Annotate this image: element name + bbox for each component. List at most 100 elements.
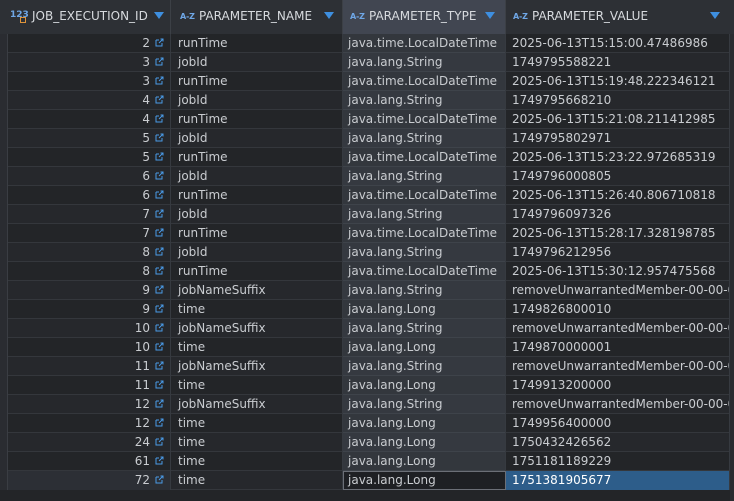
row-gutter[interactable] [0,395,8,414]
sort-arrow-icon[interactable] [710,12,720,19]
cell-parameter-value[interactable]: 2025-06-13T15:19:48.222346121 [506,72,730,91]
cell-job-execution-id[interactable]: 11 [0,376,171,395]
cell-parameter-value[interactable]: 2025-06-13T15:23:22.972685319 [506,148,730,167]
cell-parameter-name[interactable]: jobNameSuffix [171,319,343,338]
row-gutter[interactable] [0,91,8,110]
cell-parameter-name[interactable]: time [171,452,343,471]
cell-job-execution-id[interactable]: 12 [0,414,171,433]
table-row[interactable]: 10 time java.lang.Long 1749870000001 [0,338,734,357]
table-row[interactable]: 11 time java.lang.Long 1749913200000 [0,376,734,395]
cell-parameter-name[interactable]: time [171,471,343,490]
cell-parameter-type[interactable]: java.time.LocalDateTime [343,148,506,167]
cell-parameter-type[interactable]: java.lang.Long [343,338,506,357]
cell-parameter-value[interactable]: 1749796097326 [506,205,730,224]
row-gutter[interactable] [0,243,8,262]
column-header-parameter-type[interactable]: A-Z PARAMETER_TYPE [343,0,506,34]
cell-parameter-value[interactable]: 1749795588221 [506,53,730,72]
table-row[interactable]: 4 jobId java.lang.String 1749795668210 [0,91,734,110]
open-reference-icon[interactable] [155,399,164,408]
cell-parameter-value[interactable]: 1751381905677 [506,471,730,490]
open-reference-icon[interactable] [155,228,164,237]
cell-parameter-value[interactable]: 1749795668210 [506,91,730,110]
table-row[interactable]: 7 jobId java.lang.String 1749796097326 [0,205,734,224]
cell-parameter-name[interactable]: runTime [171,110,343,129]
column-header-parameter-name[interactable]: A-Z PARAMETER_NAME [171,0,343,34]
cell-parameter-type[interactable]: java.time.LocalDateTime [343,34,506,53]
table-row[interactable]: 5 jobId java.lang.String 1749795802971 [0,129,734,148]
cell-parameter-name[interactable]: jobId [171,205,343,224]
cell-parameter-value[interactable]: 1749826800010 [506,300,730,319]
row-gutter[interactable] [0,53,8,72]
cell-parameter-name[interactable]: jobNameSuffix [171,281,343,300]
cell-job-execution-id[interactable]: 6 [0,186,171,205]
cell-parameter-name[interactable]: jobId [171,129,343,148]
table-row[interactable]: 24 time java.lang.Long 1750432426562 [0,433,734,452]
table-row[interactable]: 5 runTime java.time.LocalDateTime 2025-06-1… [0,148,734,167]
open-reference-icon[interactable] [155,38,164,47]
sort-arrow-icon[interactable] [485,12,495,19]
row-gutter[interactable] [0,129,8,148]
cell-parameter-name[interactable]: jobId [171,167,343,186]
cell-parameter-value[interactable]: 2025-06-13T15:21:08.211412985 [506,110,730,129]
cell-parameter-type[interactable]: java.lang.Long [343,376,506,395]
cell-parameter-name[interactable]: runTime [171,72,343,91]
open-reference-icon[interactable] [155,380,164,389]
row-gutter[interactable] [0,471,8,490]
cell-job-execution-id[interactable]: 61 [0,452,171,471]
cell-parameter-type[interactable]: java.lang.String [343,205,506,224]
table-row[interactable]: 3 runTime java.time.LocalDateTime 2025-06-1… [0,72,734,91]
table-row[interactable]: 2 runTime java.time.LocalDateTime 2025-06-1… [0,34,734,53]
cell-parameter-name[interactable]: time [171,338,343,357]
open-reference-icon[interactable] [155,304,164,313]
open-reference-icon[interactable] [155,57,164,66]
open-reference-icon[interactable] [155,247,164,256]
table-row[interactable]: 9 jobNameSuffix java.lang.String removeUnwa… [0,281,734,300]
cell-job-execution-id[interactable]: 11 [0,357,171,376]
cell-parameter-name[interactable]: jobId [171,243,343,262]
table-row[interactable]: 61 time java.lang.Long 1751181189229 [0,452,734,471]
cell-parameter-type[interactable]: java.lang.String [343,395,506,414]
cell-job-execution-id[interactable]: 7 [0,224,171,243]
sort-arrow-icon[interactable] [324,12,334,19]
open-reference-icon[interactable] [155,323,164,332]
cell-parameter-value[interactable]: 1750432426562 [506,433,730,452]
cell-parameter-name[interactable]: time [171,376,343,395]
cell-job-execution-id[interactable]: 3 [0,72,171,91]
cell-parameter-value[interactable]: 2025-06-13T15:28:17.328198785 [506,224,730,243]
row-gutter[interactable] [0,205,8,224]
row-gutter[interactable] [0,34,8,53]
cell-parameter-type[interactable]: java.time.LocalDateTime [343,186,506,205]
open-reference-icon[interactable] [155,171,164,180]
table-row[interactable]: 12 time java.lang.Long 1749956400000 [0,414,734,433]
cell-job-execution-id[interactable]: 5 [0,129,171,148]
open-reference-icon[interactable] [155,209,164,218]
cell-parameter-type[interactable]: java.lang.Long [343,452,506,471]
cell-job-execution-id[interactable]: 10 [0,319,171,338]
table-row[interactable]: 11 jobNameSuffix java.lang.String removeUnw… [0,357,734,376]
row-gutter[interactable] [0,281,8,300]
cell-parameter-value[interactable]: 1749795802971 [506,129,730,148]
cell-parameter-value[interactable]: 1751181189229 [506,452,730,471]
cell-parameter-value[interactable]: 1749913200000 [506,376,730,395]
cell-job-execution-id[interactable]: 4 [0,91,171,110]
cell-parameter-type[interactable]: java.lang.Long [343,414,506,433]
cell-parameter-type[interactable]: java.lang.String [343,281,506,300]
cell-parameter-type[interactable]: java.time.LocalDateTime [343,262,506,281]
open-reference-icon[interactable] [155,342,164,351]
open-reference-icon[interactable] [155,95,164,104]
table-row[interactable]: 9 time java.lang.Long 1749826800010 [0,300,734,319]
table-row[interactable]: 12 jobNameSuffix java.lang.String removeUnw… [0,395,734,414]
cell-parameter-type[interactable]: java.time.LocalDateTime [343,110,506,129]
cell-parameter-type[interactable]: java.lang.String [343,167,506,186]
cell-parameter-type[interactable]: java.lang.Long [343,471,506,490]
cell-parameter-value[interactable]: removeUnwarrantedMember-00-00-007 [506,281,730,300]
open-reference-icon[interactable] [155,152,164,161]
table-row[interactable]: 10 jobNameSuffix java.lang.String removeUnw… [0,319,734,338]
row-gutter[interactable] [0,186,8,205]
row-gutter[interactable] [0,319,8,338]
table-row[interactable]: 7 runTime java.time.LocalDateTime 2025-06-1… [0,224,734,243]
open-reference-icon[interactable] [155,285,164,294]
sort-arrow-icon[interactable] [154,12,164,19]
cell-parameter-value[interactable]: 1749796000805 [506,167,730,186]
cell-job-execution-id[interactable]: 7 [0,205,171,224]
